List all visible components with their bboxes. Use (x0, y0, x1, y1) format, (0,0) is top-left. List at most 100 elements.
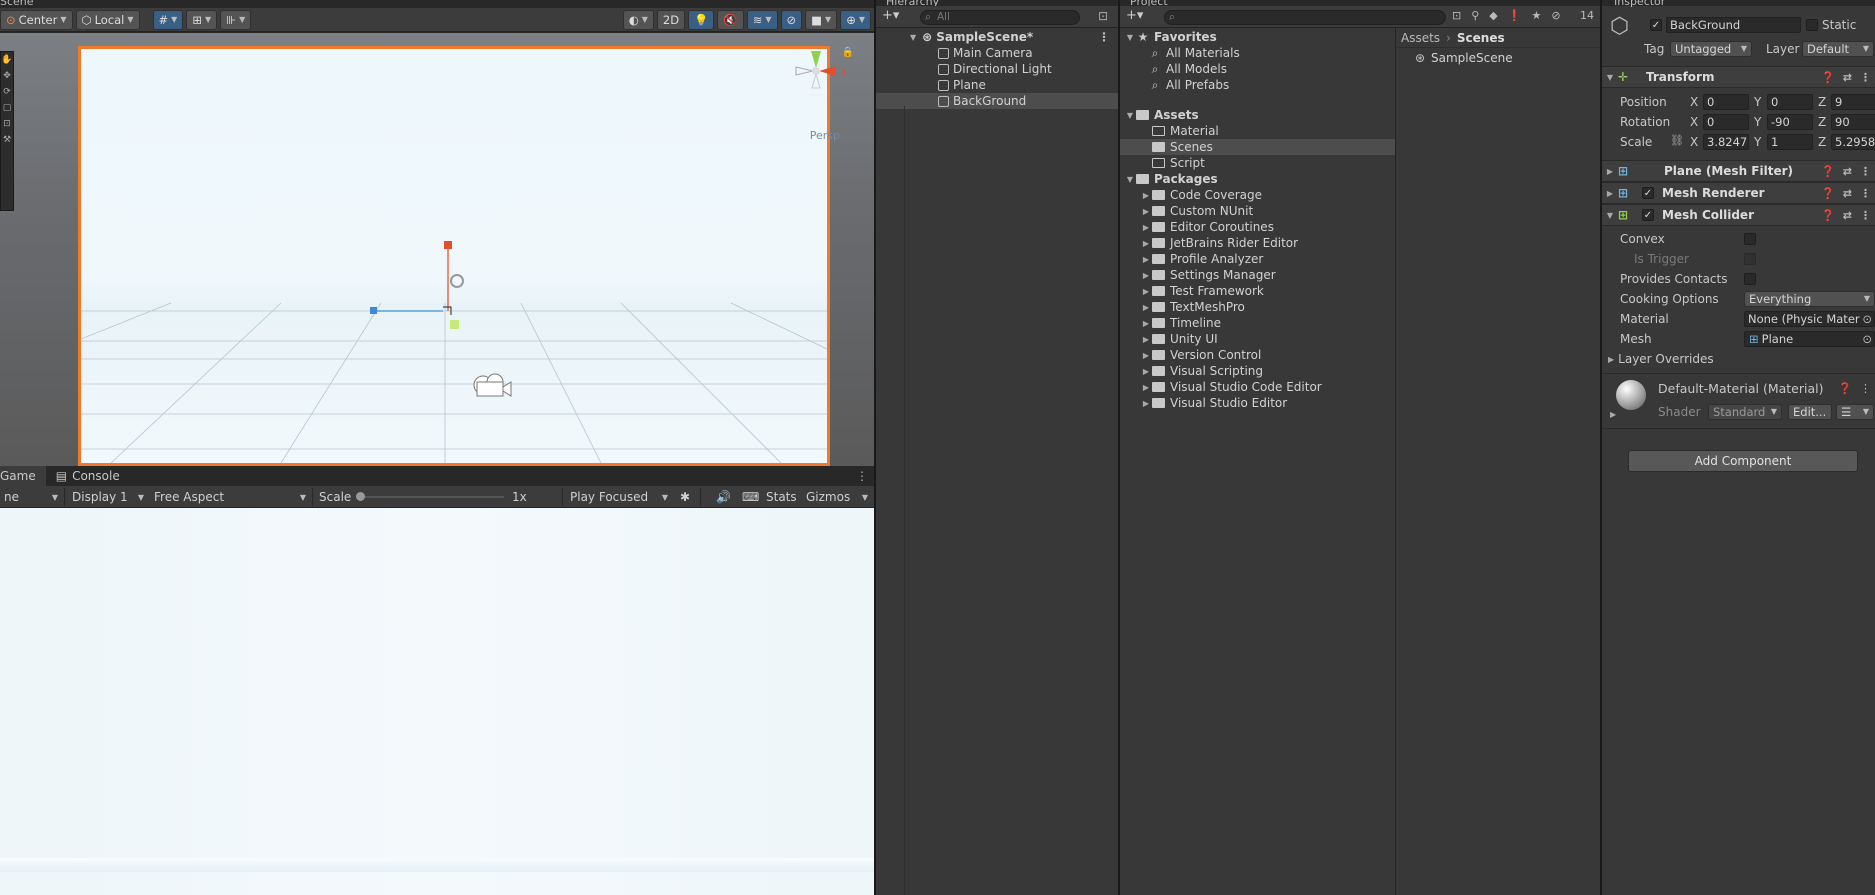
expand-arrow-icon[interactable]: ▶ (1140, 319, 1152, 328)
expand-arrow-icon[interactable]: ▶ (1140, 191, 1152, 200)
shader-dropdown[interactable]: Standard ▼ (1708, 404, 1782, 420)
package-item[interactable]: ▶ JetBrains Rider Editor (1120, 235, 1395, 251)
breadcrumb-assets[interactable]: Assets (1401, 31, 1440, 45)
play-mode-dropdown[interactable]: Play Focused ▼ (566, 488, 672, 506)
more-options-icon[interactable]: ⋮ (1860, 209, 1871, 222)
expand-arrow-icon[interactable]: ▶ (1140, 335, 1152, 344)
breadcrumb-scenes[interactable]: Scenes (1457, 31, 1505, 45)
favorite-item[interactable]: ⌕ All Materials (1120, 45, 1395, 61)
package-item[interactable]: ▶ Custom NUnit (1120, 203, 1395, 219)
scale-y-field[interactable]: 1 (1767, 134, 1813, 150)
more-options-icon[interactable]: ⋮ (1860, 382, 1871, 395)
material-options-dropdown[interactable]: ☰ ▼ (1836, 404, 1874, 420)
increment-snap-button[interactable]: ⊪ ▼ (220, 9, 252, 30)
asset-folder-script[interactable]: Script (1120, 155, 1395, 171)
display-dropdown[interactable]: Display 1 ▼ (68, 488, 148, 506)
preset-icon[interactable]: ⇄ (1843, 209, 1852, 222)
add-icon[interactable]: +▾ (882, 8, 899, 23)
tab-inspector[interactable]: Inspector (1614, 0, 1665, 8)
cooking-options-dropdown[interactable]: Everything ▼ (1744, 291, 1875, 307)
help-icon[interactable]: ❓ (1838, 382, 1852, 395)
game-mode-dropdown[interactable]: ne ▼ (0, 488, 62, 506)
mesh-renderer-enabled-checkbox[interactable]: ✓ (1642, 187, 1654, 199)
plane-handle[interactable] (450, 320, 459, 329)
expand-arrow-icon[interactable]: ▶ (1602, 189, 1618, 198)
tab-scene[interactable]: Scene (0, 0, 34, 8)
expand-arrow-icon[interactable]: ▼ (1124, 33, 1136, 42)
package-item[interactable]: ▶ Unity UI (1120, 331, 1395, 347)
more-options-icon[interactable]: ⋮ (1860, 187, 1871, 200)
tab-game[interactable]: Game (0, 466, 46, 486)
material-field[interactable]: None (Physic Mater ⊙ (1744, 311, 1875, 327)
hidden-objects-toggle[interactable]: ⊘ (780, 9, 803, 30)
expand-arrow-icon[interactable]: ▶ (1140, 383, 1152, 392)
mesh-field[interactable]: ⊞ Plane ⊙ (1744, 331, 1875, 347)
mesh-renderer-header[interactable]: ▶ ⊞ ✓ Mesh Renderer ❓ ⇄ ⋮ (1602, 182, 1875, 204)
more-options-icon[interactable]: ⋮ (1098, 30, 1110, 44)
more-options-icon[interactable]: ⋮ (1860, 71, 1871, 84)
hierarchy-item-background[interactable]: BackGround (876, 93, 1118, 109)
persp-label[interactable]: Persp (810, 129, 840, 142)
scale-z-field[interactable]: 5.2958 (1831, 134, 1875, 150)
scale-slider-thumb[interactable] (356, 492, 365, 501)
scene-viewport[interactable]: ✋ ✥ ⟳ ▢ ⊡ ⚒ x 🔒 Persp (0, 33, 874, 466)
expand-arrow-icon[interactable]: ▼ (1124, 175, 1136, 184)
gizmos-toggle[interactable]: ⊕ ▼ (840, 9, 871, 30)
asset-folder-scenes[interactable]: Scenes (1120, 139, 1395, 155)
2d-toggle[interactable]: 2D (656, 9, 686, 30)
favorite-item[interactable]: ⌕ All Models (1120, 61, 1395, 77)
tag-dropdown[interactable]: Untagged ▼ (1670, 41, 1752, 57)
keyboard-icon[interactable]: ⌨ (738, 488, 763, 506)
package-item[interactable]: ▶ Code Coverage (1120, 187, 1395, 203)
preset-icon[interactable]: ⇄ (1843, 165, 1852, 178)
scene-root-row[interactable]: ▼ ⊛ SampleScene* ⋮ (876, 29, 1118, 45)
assets-header[interactable]: ▼ Assets (1120, 107, 1395, 123)
expand-arrow-icon[interactable]: ▶ (1140, 287, 1152, 296)
layer-dropdown[interactable]: Default ▼ (1802, 41, 1874, 57)
rotation-y-field[interactable]: -90 (1767, 114, 1813, 130)
label-icon[interactable]: ◆ (1489, 9, 1497, 22)
grid-visibility-button[interactable]: ⊞ ▼ (186, 9, 218, 30)
package-item[interactable]: ▶ Visual Scripting (1120, 363, 1395, 379)
search-by-type-icon[interactable]: ⊡ (1452, 9, 1461, 22)
position-y-field[interactable]: 0 (1767, 94, 1813, 110)
mesh-collider-enabled-checkbox[interactable]: ✓ (1642, 209, 1654, 221)
aspect-dropdown[interactable]: Free Aspect ▼ (150, 488, 310, 506)
expand-arrow-icon[interactable]: ▶ (1140, 271, 1152, 280)
help-icon[interactable]: ❓ (1821, 165, 1835, 178)
expand-arrow-icon[interactable]: ▼ (910, 33, 916, 42)
package-item[interactable]: ▶ Editor Coroutines (1120, 219, 1395, 235)
scale-x-field[interactable]: 3.8247 (1703, 134, 1749, 150)
mesh-collider-header[interactable]: ▼ ⊞ ✓ Mesh Collider ❓ ⇄ ⋮ (1602, 204, 1875, 226)
more-options-icon[interactable]: ⋮ (856, 469, 868, 483)
expand-arrow-icon[interactable]: ▶ (1140, 223, 1152, 232)
position-x-field[interactable]: 0 (1703, 94, 1749, 110)
package-item[interactable]: ▶ Profile Analyzer (1120, 251, 1395, 267)
asset-folder-material[interactable]: Material (1120, 123, 1395, 139)
shader-edit-button[interactable]: Edit... (1788, 404, 1832, 420)
expand-arrow-icon[interactable]: ▶ (1140, 367, 1152, 376)
project-search-input[interactable]: ⌕ (1164, 10, 1446, 25)
static-checkbox[interactable] (1806, 19, 1818, 31)
rotation-z-field[interactable]: 90 (1831, 114, 1875, 130)
space-dropdown[interactable]: ⬡ Local ▼ (75, 9, 140, 30)
position-z-field[interactable]: 9 (1831, 94, 1875, 110)
filter-type-icon[interactable]: ⚲ (1471, 9, 1479, 22)
grid-snap-button[interactable]: # ▼ (152, 9, 184, 30)
audio-toggle[interactable]: 🔇 (717, 9, 744, 30)
game-view[interactable] (0, 508, 874, 895)
gizmos-dropdown[interactable]: Gizmos ▼ (802, 488, 872, 506)
package-item[interactable]: ▶ Visual Studio Editor (1120, 395, 1395, 411)
expand-arrow-icon[interactable]: ▶ (1602, 167, 1618, 176)
camera-settings-button[interactable]: ■ ▼ (805, 9, 838, 30)
hierarchy-search-input[interactable]: ⌕ All (920, 10, 1080, 25)
tab-console[interactable]: ▤ Console (46, 466, 130, 486)
expand-arrow-icon[interactable]: ▶ (1140, 351, 1152, 360)
search-options-icon[interactable]: ⊡ (1098, 9, 1108, 23)
warning-icon[interactable]: ❗ (1508, 9, 1522, 22)
expand-arrow-icon[interactable]: ▼ (1124, 111, 1136, 120)
active-checkbox[interactable]: ✓ (1650, 19, 1662, 31)
preset-icon[interactable]: ⇄ (1843, 71, 1852, 84)
more-options-icon[interactable]: ⋮ (1860, 165, 1871, 178)
scene-tools-overlay[interactable]: ✋ ✥ ⟳ ▢ ⊡ ⚒ (0, 51, 14, 211)
